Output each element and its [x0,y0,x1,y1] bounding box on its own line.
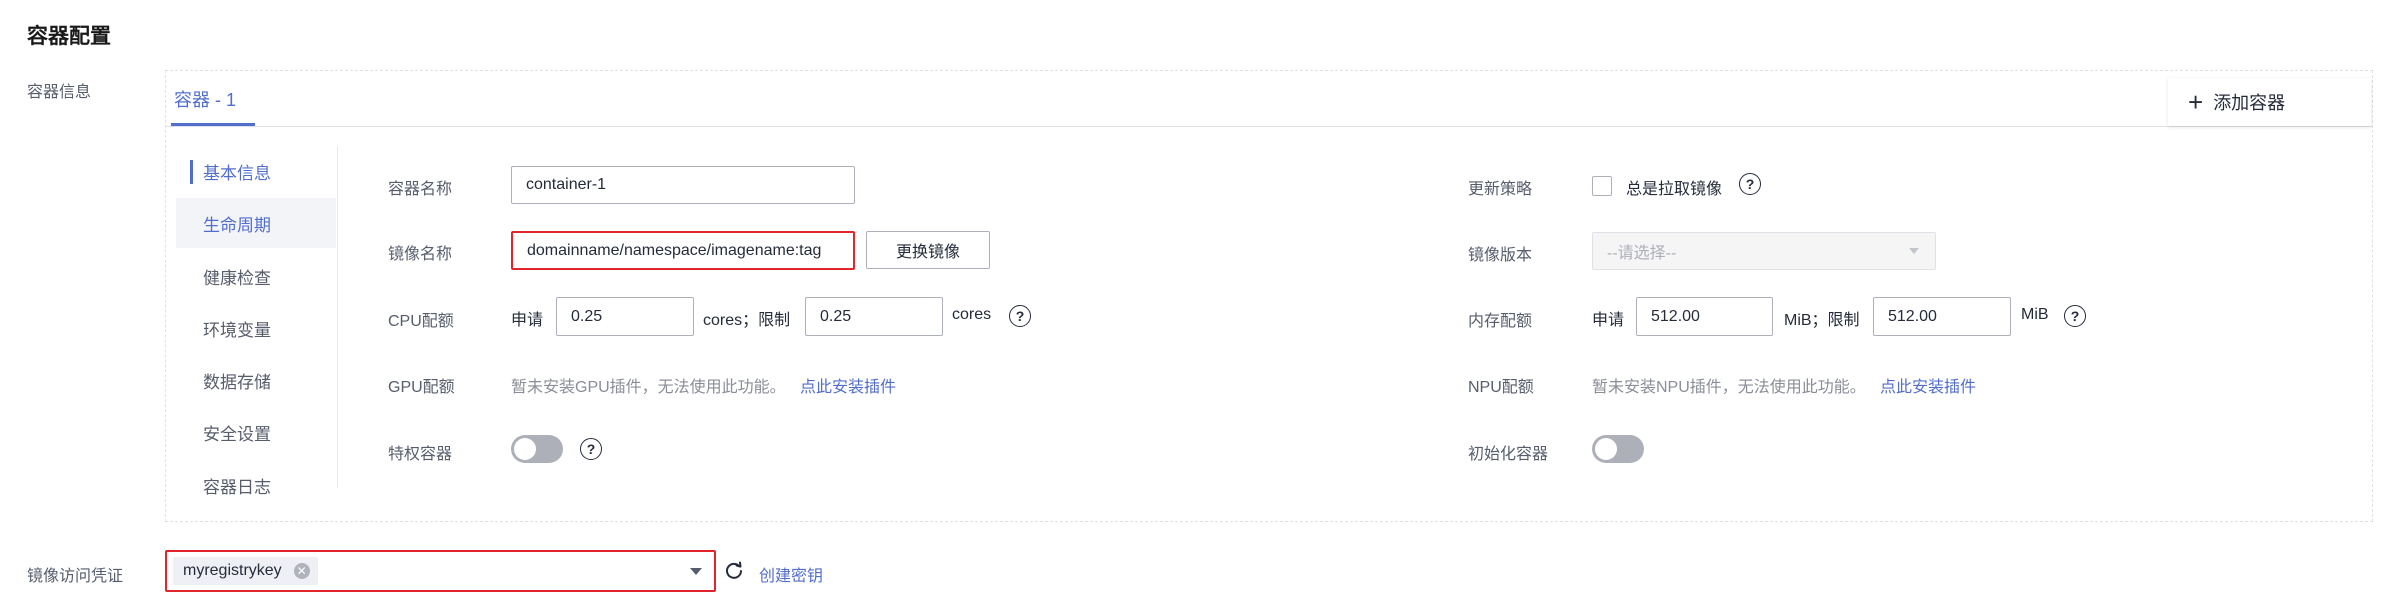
registry-credential-select[interactable]: myregistrykey ✕ [165,550,716,592]
toggle-knob [1595,438,1617,460]
subnav-item-lifecycle[interactable]: 生命周期 [176,198,336,248]
npu-quota-label: NPU配额 [1468,379,1534,396]
memory-quota-label: 内存配额 [1468,313,1533,330]
refresh-icon[interactable] [723,559,745,581]
caret-down-icon[interactable] [690,568,702,575]
question-circle-icon[interactable]: ? [2064,305,2086,327]
cpu-request-label: 申请 [511,312,544,329]
memory-request-input[interactable]: 512.00 [1636,297,1773,336]
cpu-limit-value: 0.25 [820,307,852,325]
npu-not-installed-note: 暂未安装NPU插件，无法使用此功能。 [1592,379,1866,396]
memory-limit-value: 512.00 [1888,307,1937,325]
memory-limit-input[interactable]: 512.00 [1873,297,2011,336]
init-container-label: 初始化容器 [1468,446,1549,463]
add-container-button[interactable]: + 添加容器 [2168,78,2371,126]
subnav-item-label: 安全设置 [203,424,271,444]
caret-down-icon [1909,248,1919,254]
subnav-item-label: 容器日志 [203,477,271,497]
subnav-divider [337,146,338,488]
toggle-knob [514,438,536,460]
cpu-limit-input[interactable]: 0.25 [805,297,943,336]
selected-credential-label: myregistrykey [183,562,282,579]
selected-credential-tag: myregistrykey ✕ [173,557,318,585]
npu-install-plugin-link[interactable]: 点此安装插件 [1880,373,1976,397]
create-secret-link[interactable]: 创建密钥 [759,562,823,586]
tab-container-1[interactable]: 容器 - 1 [174,86,236,112]
subnav-item-label: 生命周期 [203,215,271,235]
subnav-item-env-vars[interactable]: 环境变量 [176,303,336,353]
container-name-input[interactable]: container-1 [511,166,855,204]
update-policy-label: 更新策略 [1468,181,1533,198]
container-config-frame [165,70,2373,522]
cpu-request-input[interactable]: 0.25 [556,297,694,336]
close-circle-icon[interactable]: ✕ [293,563,310,579]
subnav-item-basic-info[interactable]: 基本信息 [176,146,336,196]
registry-credential-label: 镜像访问凭证 [27,568,124,585]
image-version-label: 镜像版本 [1468,247,1533,264]
container-name-value: container-1 [526,176,607,193]
cpu-request-value: 0.25 [571,307,603,325]
container-name-label: 容器名称 [388,181,453,198]
gpu-quota-label: GPU配额 [388,379,455,396]
question-circle-icon[interactable]: ? [1739,173,1761,195]
image-name-label: 镜像名称 [388,246,453,263]
always-pull-image-label: 总是拉取镜像 [1626,181,1723,198]
subnav-item-label: 数据存储 [203,372,271,392]
image-version-select[interactable]: --请选择-- [1592,232,1936,270]
add-container-label: 添加容器 [2213,93,2286,113]
image-name-input[interactable]: domainname/namespace/imagename:tag [511,231,855,270]
memory-request-unit: MiB；限制 [1784,312,1860,329]
tab-bar-divider [166,126,2372,127]
image-name-value: domainname/namespace/imagename:tag [527,241,822,259]
question-circle-icon[interactable]: ? [580,438,602,460]
change-image-button[interactable]: 更换镜像 [866,231,990,269]
subnav-item-label: 环境变量 [203,320,271,340]
cpu-quota-label: CPU配额 [388,313,454,330]
image-version-placeholder: --请选择-- [1607,245,1677,262]
memory-request-value: 512.00 [1651,307,1700,325]
privileged-container-toggle[interactable] [511,435,563,463]
subnav-item-health-check[interactable]: 健康检查 [176,251,336,301]
container-info-label: 容器信息 [27,84,92,101]
subnav-item-label: 健康检查 [203,268,271,288]
page-title: 容器配置 [27,25,111,48]
gpu-not-installed-note: 暂未安装GPU插件，无法使用此功能。 [511,379,786,396]
question-circle-icon[interactable]: ? [1009,305,1031,327]
always-pull-image-checkbox[interactable] [1592,176,1612,196]
init-container-toggle[interactable] [1592,435,1644,463]
cpu-request-unit: cores；限制 [703,312,791,329]
cpu-limit-unit: cores [952,306,992,323]
privileged-container-label: 特权容器 [388,446,453,463]
memory-request-label: 申请 [1592,312,1625,329]
subnav-item-label: 基本信息 [203,163,271,183]
subnav-item-security[interactable]: 安全设置 [176,407,336,457]
plus-icon: + [2188,87,2204,117]
tab-active-indicator [171,123,255,126]
subnav-item-container-logs[interactable]: 容器日志 [176,460,336,510]
memory-limit-unit: MiB [2021,306,2049,323]
subnav-item-data-storage[interactable]: 数据存储 [176,355,336,405]
gpu-install-plugin-link[interactable]: 点此安装插件 [800,373,896,397]
